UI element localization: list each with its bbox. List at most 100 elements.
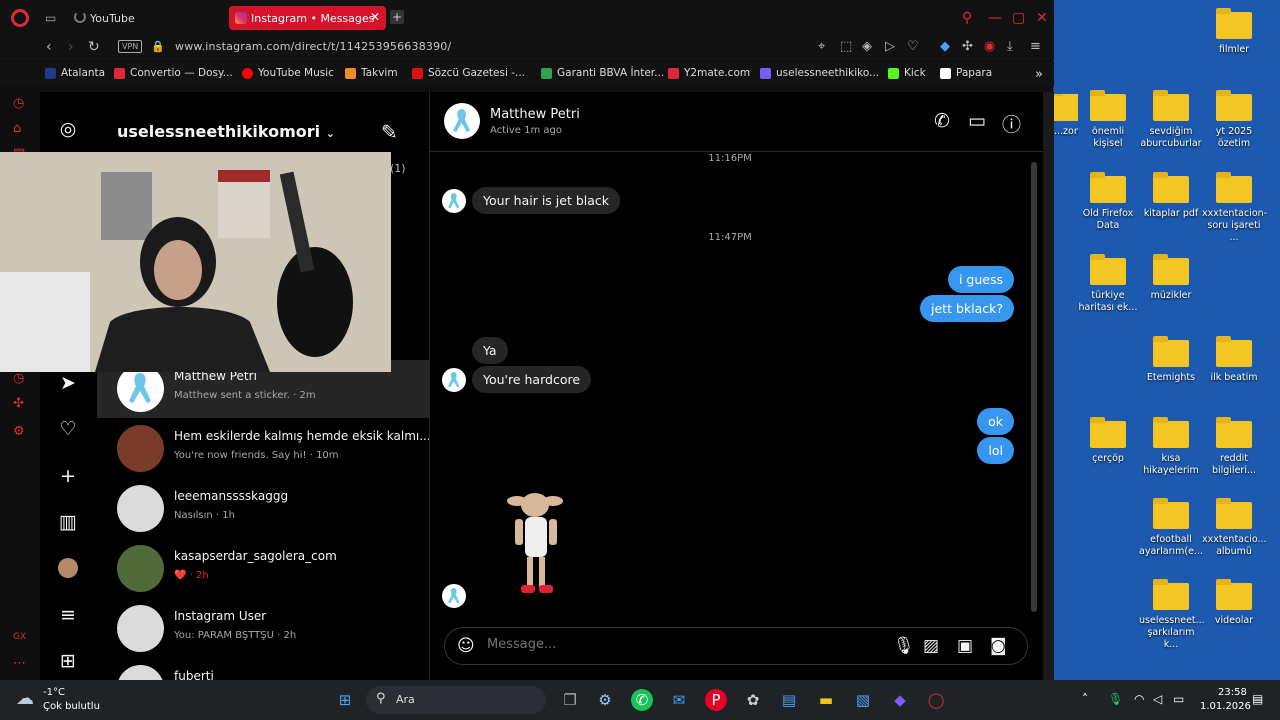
forward-icon[interactable]: › — [68, 39, 74, 55]
clock-time[interactable]: 23:58 — [1218, 687, 1247, 698]
notifications-tray-icon[interactable]: ▤ — [1252, 692, 1263, 706]
contact-avatar[interactable] — [444, 103, 480, 139]
mail-icon[interactable]: ✉ — [668, 689, 690, 711]
notifications-icon[interactable]: ♡ — [57, 418, 79, 440]
message-bubble-in[interactable]: Your hair is jet black — [472, 187, 621, 214]
opera-gx-icon[interactable]: ◯ — [925, 689, 947, 711]
desktop-folder[interactable]: Etemights — [1139, 336, 1203, 384]
desktop-folder[interactable]: kitaplar pdf — [1139, 172, 1203, 220]
microphone-icon[interactable]: 🎙 — [893, 636, 915, 656]
message-bubble-out[interactable]: ok — [977, 408, 1014, 435]
message-bubble-out[interactable]: jett bklack? — [920, 295, 1014, 322]
more-menu-icon[interactable]: ≡ — [57, 604, 79, 626]
conversation-item[interactable]: fuberti — [97, 660, 429, 680]
speed-dial-icon[interactable]: ◷ — [13, 96, 24, 111]
opera-menu-icon[interactable] — [11, 9, 29, 27]
chatgpt-icon[interactable]: ✿ — [742, 689, 764, 711]
desktop-folder[interactable]: ...zon ...ülü... — [1054, 94, 1078, 138]
vpn-badge[interactable]: VPN — [118, 40, 143, 53]
bookmark-item[interactable]: Garanti BBVA İnter... — [541, 67, 664, 79]
clock-date[interactable]: 1.01.2026 — [1200, 701, 1251, 712]
tab-instagram[interactable]: Instagram • Messages ✕ — [229, 6, 386, 30]
info-icon[interactable]: ⓘ — [1002, 110, 1021, 137]
tab-manager-icon[interactable]: ▭ — [45, 11, 56, 25]
profile-avatar[interactable] — [57, 558, 79, 580]
message-bubble-in[interactable]: You're hardcore — [472, 366, 592, 393]
notepad-icon[interactable]: ▤ — [778, 689, 800, 711]
aria-icon[interactable]: ⌂ — [13, 121, 21, 136]
desktop-folder[interactable]: önemli kişisel — [1076, 90, 1140, 150]
messages-icon[interactable]: ➤ — [57, 372, 79, 394]
sticker-icon[interactable]: ◙ — [990, 636, 1007, 656]
dashboard-icon[interactable]: ▥ — [57, 511, 79, 533]
desktop-folder[interactable]: xxxtentacio... albumü — [1202, 498, 1267, 558]
emoji-icon[interactable]: ☺ — [457, 636, 475, 656]
settings-icon[interactable]: ⚙ — [13, 424, 25, 439]
gif-icon[interactable]: ▣ — [957, 636, 973, 656]
message-bubble-out[interactable]: i guess — [947, 266, 1014, 293]
sticker-image[interactable] — [505, 487, 567, 599]
apps-icon[interactable]: ⊞ — [57, 650, 79, 672]
desktop-folder[interactable]: kısa hikayelerim — [1139, 417, 1203, 477]
desktop-folder[interactable]: xxxtentacion-soru işareti ... — [1202, 172, 1267, 244]
bookmark-item[interactable]: Atalanta — [45, 67, 105, 79]
taskbar-search[interactable]: ⚲ Ara — [366, 686, 546, 714]
microphone-tray-icon[interactable]: 🎙 — [1108, 692, 1123, 706]
menu-icon[interactable]: ≡ — [1030, 39, 1041, 54]
url-field[interactable]: www.instagram.com/direct/t/1142539566383… — [175, 40, 451, 53]
requests-count[interactable]: (1) — [390, 162, 406, 175]
desktop-folder[interactable]: filmler — [1202, 8, 1266, 56]
desktop-folder[interactable]: sevdiğim aburcuburlar — [1139, 90, 1203, 150]
message-bubble-in[interactable]: Ya — [472, 337, 508, 364]
tab-youtube[interactable]: YouTube — [70, 6, 225, 30]
profile-icon[interactable]: ◉ — [984, 39, 995, 54]
file-explorer-icon[interactable]: ▬ — [815, 689, 837, 711]
battery-icon[interactable]: ▭ — [1173, 692, 1184, 706]
message-bubble-out[interactable]: lol — [977, 437, 1014, 464]
desktop-folder[interactable]: Old Firefox Data — [1076, 172, 1140, 232]
media-icon[interactable]: ◆ — [889, 689, 911, 711]
desktop-folder[interactable]: müzikler — [1139, 254, 1203, 302]
bookmark-item[interactable]: YouTube Music — [242, 67, 334, 79]
desktop-folder[interactable]: efootball ayarlarım(e... — [1139, 498, 1203, 558]
pinterest-icon[interactable]: P — [705, 689, 727, 711]
create-icon[interactable]: + — [57, 465, 79, 487]
bookmark-item[interactable]: Convertio — Dosy... — [114, 67, 233, 79]
minimize-icon[interactable]: — — [988, 10, 1002, 26]
instagram-logo-icon[interactable]: ◎ — [57, 118, 79, 140]
desktop-folder[interactable]: reddit bilgileri... — [1202, 417, 1266, 477]
wifi-icon[interactable]: ◠ — [1134, 692, 1144, 706]
desktop-folder[interactable]: çerçöp — [1076, 417, 1140, 465]
desktop-folder[interactable]: videolar — [1202, 579, 1266, 627]
conversation-item[interactable]: leeemansssskaggg Nasılsın · 1h — [97, 480, 429, 538]
bookmark-item[interactable]: Y2mate.com — [668, 67, 750, 79]
download-icon[interactable]: ⤓ — [1007, 39, 1013, 54]
more-icon[interactable]: ⋯ — [13, 656, 26, 671]
tray-expand-icon[interactable]: ˄ — [1082, 692, 1088, 706]
extensions-side-icon[interactable]: ✣ — [13, 396, 24, 411]
desktop-folder[interactable]: yt 2025 özetim — [1202, 90, 1266, 150]
diamond-icon[interactable]: ◆ — [940, 39, 950, 54]
image-upload-icon[interactable]: ▨ — [923, 636, 939, 656]
bookmark-item[interactable]: Kick — [888, 67, 926, 79]
close-window-icon[interactable]: ✕ — [1036, 10, 1048, 26]
page-scrollbar[interactable] — [1043, 92, 1054, 680]
new-tab-button[interactable]: + — [390, 10, 404, 24]
whatsapp-icon[interactable]: ✆ — [631, 689, 653, 711]
task-view-icon[interactable]: ❐ — [559, 689, 581, 711]
weather-temperature[interactable]: -1°C — [43, 687, 65, 698]
search-icon[interactable]: ⚲ — [962, 10, 972, 26]
video-call-icon[interactable]: ▭ — [968, 110, 986, 132]
more-bookmarks-icon[interactable]: » — [1035, 67, 1043, 82]
steam-icon[interactable]: ⚙ — [594, 689, 616, 711]
extensions-icon[interactable]: ✣ — [962, 39, 973, 54]
bookmark-item[interactable]: Takvim — [345, 67, 398, 79]
bookmark-item[interactable]: Papara — [940, 67, 992, 79]
reload-icon[interactable]: ↻ — [88, 39, 100, 55]
maximize-icon[interactable]: ▢ — [1012, 10, 1025, 26]
message-input[interactable] — [487, 637, 867, 652]
history-icon[interactable]: ◷ — [13, 371, 24, 386]
conversation-item[interactable]: kasapserdar_sagolera_com ❤️ · 2h — [97, 540, 429, 598]
photos-icon[interactable]: ▧ — [852, 689, 874, 711]
bookmark-item[interactable]: Sözcü Gazetesi -... — [412, 67, 525, 79]
